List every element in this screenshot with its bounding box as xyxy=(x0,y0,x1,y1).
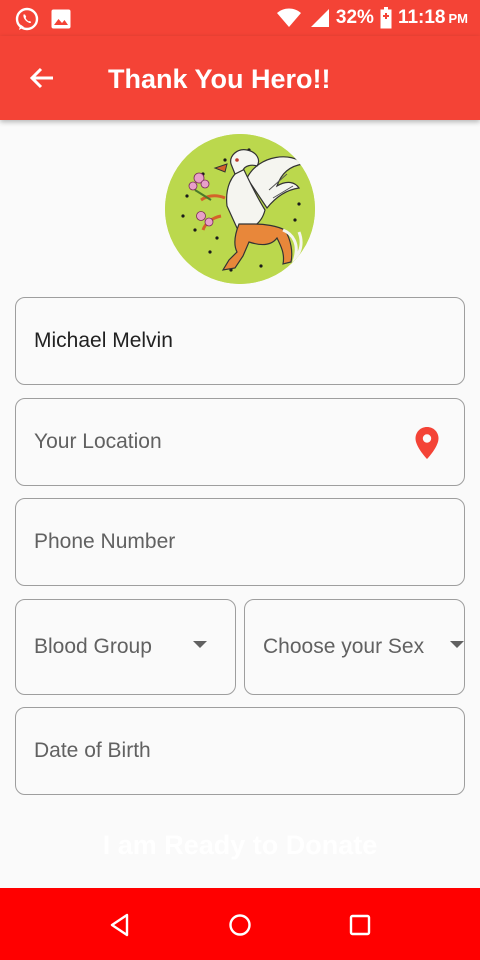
recents-square-icon[interactable] xyxy=(347,912,373,938)
date-of-birth-field[interactable]: Date of Birth xyxy=(15,707,465,795)
sex-placeholder: Choose your Sex xyxy=(263,635,425,658)
wifi-icon xyxy=(276,8,301,27)
home-circle-icon[interactable] xyxy=(227,912,253,938)
griffin-emblem-image xyxy=(165,134,315,284)
donate-button[interactable]: I am Ready to Donate xyxy=(0,823,480,867)
battery-percent: 32% xyxy=(335,7,374,28)
blood-group-placeholder: Blood Group xyxy=(34,635,152,658)
system-icons: 32% 11:18 PM xyxy=(276,5,468,31)
status-bar: 32% 11:18 PM xyxy=(0,0,480,36)
clock-ampm: PM xyxy=(448,11,469,26)
profile-avatar[interactable] xyxy=(165,134,315,284)
signal-icon xyxy=(310,9,329,27)
location-pin-icon[interactable] xyxy=(414,426,440,460)
gallery-icon xyxy=(51,9,71,29)
blood-group-dropdown[interactable]: Blood Group xyxy=(15,599,236,695)
phone-field[interactable]: Phone Number xyxy=(15,498,465,586)
clock: 11:18 PM xyxy=(398,7,468,29)
location-placeholder: Your Location xyxy=(34,430,162,453)
name-field[interactable]: Michael Melvin xyxy=(15,297,465,385)
location-field[interactable]: Your Location xyxy=(15,398,465,486)
phone-placeholder: Phone Number xyxy=(34,530,176,553)
app-bar: Thank You Hero!! xyxy=(0,36,480,120)
arrow-back-icon xyxy=(29,67,53,89)
notification-icons xyxy=(14,6,72,32)
page-title: Thank You Hero!! xyxy=(108,64,331,94)
date-of-birth-placeholder: Date of Birth xyxy=(34,739,151,762)
battery-charging-icon xyxy=(380,7,392,29)
name-value: Michael Melvin xyxy=(34,329,173,352)
whatsapp-icon xyxy=(15,7,39,31)
system-nav-bar xyxy=(0,888,480,960)
chevron-down-icon xyxy=(193,641,207,648)
back-button[interactable] xyxy=(22,60,62,96)
chevron-down-icon xyxy=(450,641,464,648)
sex-dropdown[interactable]: Choose your Sex xyxy=(244,599,465,695)
back-triangle-icon[interactable] xyxy=(107,912,133,938)
clock-time: 11:18 xyxy=(397,7,446,28)
